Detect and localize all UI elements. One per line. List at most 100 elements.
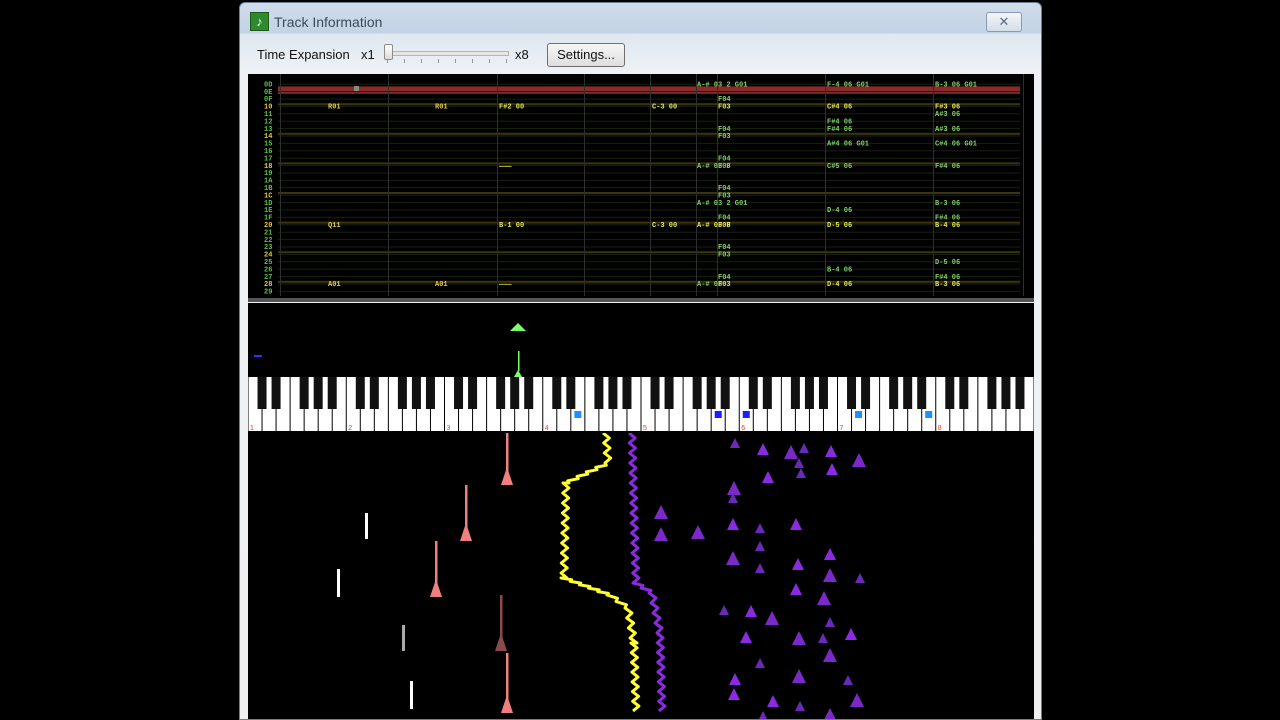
title-bar[interactable]: ♪ Track Information ✕ [240,3,1041,35]
settings-button[interactable]: Settings... [547,43,625,67]
column-divider [280,74,281,296]
slider-thumb[interactable] [384,44,393,60]
black-key [987,377,997,409]
tracker-cell: C#4 06 G01 [935,141,977,149]
row-line [278,113,1020,115]
white-note-bar [365,513,368,539]
black-key [818,377,828,409]
black-key [594,377,604,409]
pressed-key-marker [714,411,722,418]
octave-label: 7 [840,425,844,432]
row-line [278,83,1020,85]
black-key [425,377,435,409]
pink-note-stem [435,541,438,585]
row-line [278,187,1020,189]
row-line [278,98,1020,100]
tracker-cell: F03 [718,163,731,171]
black-key [510,377,520,409]
note-visualization [248,433,1034,719]
music-note-icon: ♪ [250,12,269,31]
row-line [278,120,1020,122]
tracker-cell: C-3 00 [652,104,677,112]
row-line [278,165,1020,167]
row-line [278,194,1020,196]
tracker-cell: F03 [718,281,731,289]
black-key [369,377,379,409]
tracker-cell: A#3 06 [935,126,960,134]
row-line [278,276,1020,278]
octave-label: 3 [447,425,451,432]
piano-keyboard: 1 2 3 4 5 6 7 8 [248,323,1034,432]
tracker-cell: C-3 00 [652,222,677,230]
beat-row [278,221,1020,224]
octave-label: 8 [938,425,942,432]
row-line [278,246,1020,248]
row-line [278,179,1020,181]
black-key [257,377,267,409]
octave-label: 1 [250,425,254,432]
pink-note-stem [465,485,468,529]
black-key [552,377,562,409]
octave-label: 5 [643,425,647,432]
tracker-cell: D-4 06 [827,281,852,289]
black-key [664,377,674,409]
tracker-cell: ——— [498,163,512,171]
row-line [278,150,1020,152]
tracker-cell: B-3 06 G01 [935,81,977,89]
slider-ticks [387,59,507,63]
black-key [608,377,618,409]
black-key [692,377,702,409]
tracker-cell: R01 [328,104,341,112]
tracker-cell: B-3 06 [935,281,960,289]
black-key [804,377,814,409]
column-divider [825,74,826,296]
pattern-tracker-view[interactable]: 0D 0E 0F 10 11 12 13 14 15 16 17 18 19 1A 1B 1C 1D 1E 1F 20… [248,74,1034,302]
highlight-row [278,86,1020,94]
roll-bg [248,433,1034,719]
tracker-cell: F03 [718,133,731,141]
black-key [889,377,899,409]
octave-label: 2 [348,425,352,432]
black-key [917,377,927,409]
black-key [762,377,772,409]
cursor [354,86,359,91]
tracker-cell: B-4 06 [827,266,852,274]
tracker-cell: ——— [498,281,512,289]
tracker-cell: F#4 06 [935,163,960,171]
pressed-key-marker [742,411,750,418]
row-line [278,231,1020,233]
tracker-cell: C#4 06 [827,104,852,112]
time-expansion-slider[interactable] [387,51,509,56]
row-line [278,91,1020,93]
black-key [454,377,464,409]
column-divider [696,74,697,296]
black-key [650,377,660,409]
row-line [278,224,1020,226]
black-key [706,377,716,409]
keyboard-panel: 1 2 3 4 5 6 7 8 [248,303,1034,433]
tracker-cell: F-4 06 G01 [827,81,869,89]
slider-min-label: x1 [361,47,375,62]
row-line [278,202,1020,204]
column-divider [1023,74,1024,296]
black-key [622,377,632,409]
black-key [566,377,576,409]
white-note-bar [410,681,413,709]
black-key [468,377,478,409]
pink-note-stem [500,595,503,639]
pink-note-stem [506,433,509,473]
white-note-bar [402,625,405,651]
close-button[interactable]: ✕ [986,12,1022,32]
beat-row [278,192,1020,194]
row-line [278,216,1020,218]
tracker-cell: Q11 [328,222,341,230]
beat-row [278,162,1020,165]
green-marker-small [514,370,522,377]
tracker-cell: D-5 06 [935,259,960,267]
beat-row [278,280,1020,283]
tracker-cell: B-4 06 [935,222,960,230]
row-line [278,283,1020,285]
tracker-bottom-border [248,298,1034,302]
row-line [278,142,1020,144]
column-divider [584,74,585,296]
